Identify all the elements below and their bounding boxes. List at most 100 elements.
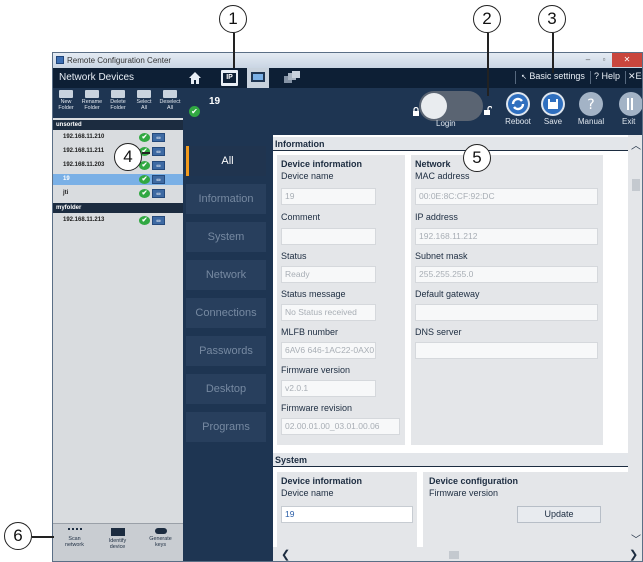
- settings-content: Information Device information Device na…: [273, 135, 628, 547]
- device-thumbnail-icon: ▭: [152, 133, 165, 142]
- field-label: DNS server: [415, 327, 462, 337]
- scroll-up-icon[interactable]: ︿: [631, 137, 641, 152]
- topbar-separator: [625, 71, 626, 84]
- device-row[interactable]: jti ✔ ▭: [53, 188, 183, 199]
- minimize-button[interactable]: –: [580, 53, 596, 67]
- field-label: Subnet mask: [415, 251, 468, 261]
- home-icon[interactable]: [187, 70, 203, 86]
- subnet-mask-field[interactable]: 255.255.255.0: [415, 266, 598, 283]
- card-title: Device information: [281, 159, 363, 169]
- scroll-down-icon[interactable]: ﹀: [631, 531, 641, 546]
- field-label: Device name: [281, 171, 334, 181]
- status-field: Ready: [281, 266, 376, 283]
- generate-keys-button[interactable]: Generate keys: [139, 524, 182, 561]
- device-row[interactable]: 192.168.11.213 ✔ ▭: [53, 215, 183, 226]
- select-all-label-2: All: [141, 105, 147, 111]
- folder-toolbar: New Folder Rename Folder Delete Folder S…: [53, 88, 183, 118]
- exit-link-icon: ✕: [628, 71, 636, 81]
- callout-4-leader: [142, 152, 150, 154]
- maximize-button[interactable]: ▫: [596, 53, 612, 67]
- field-label: Firmware version: [281, 365, 351, 375]
- callout-1-leader: [233, 33, 235, 68]
- topbar-separator: [590, 71, 591, 84]
- scroll-left-icon[interactable]: ❮: [281, 548, 290, 561]
- device-name: 19: [63, 176, 70, 182]
- comment-field[interactable]: [281, 228, 376, 245]
- deselect-all-button[interactable]: Deselect All: [157, 88, 183, 118]
- basic-settings-label: Basic settings: [529, 71, 585, 81]
- exit-link[interactable]: ✕Ex: [628, 71, 642, 82]
- field-label: Comment: [281, 212, 321, 222]
- delete-folder-button[interactable]: Delete Folder: [105, 88, 131, 118]
- reboot-label: Reboot: [505, 117, 531, 126]
- reboot-icon: [506, 92, 530, 116]
- callout-4: 4: [114, 143, 142, 171]
- manual-button[interactable]: ? Manual: [573, 91, 609, 126]
- system-device-name-input[interactable]: 19: [281, 506, 413, 523]
- update-firmware-button[interactable]: Update: [517, 506, 601, 523]
- device-view-tab[interactable]: [247, 68, 269, 88]
- help-link[interactable]: ? Help: [594, 71, 620, 81]
- rename-folder-button[interactable]: Rename Folder: [79, 88, 105, 118]
- status-ok-icon: ✔: [139, 133, 150, 142]
- ip-settings-tab-icon[interactable]: IP: [221, 70, 238, 86]
- device-group-unsorted[interactable]: unsorted: [53, 120, 183, 130]
- vertical-scroll-thumb[interactable]: [632, 179, 640, 191]
- status-ok-icon: ✔: [139, 216, 150, 225]
- horizontal-scrollbar[interactable]: ❮ ❯: [273, 547, 642, 561]
- mlfb-field: 6AV6 646-1AC22-0AX0: [281, 342, 376, 359]
- delete-folder-label-2: Folder: [110, 105, 126, 111]
- system-device-information-card: Device information Device name 19: [277, 472, 417, 547]
- remote-configuration-window: Remote Configuration Center – ▫ ✕ Networ…: [52, 52, 643, 562]
- vertical-scrollbar[interactable]: ︿ ﹀: [628, 135, 642, 547]
- nav-all[interactable]: All: [186, 146, 266, 176]
- field-label: Status: [281, 251, 307, 261]
- horizontal-scroll-thumb[interactable]: [449, 551, 459, 559]
- scan-network-icon: [67, 528, 82, 534]
- device-group-myfolder[interactable]: myfolder: [53, 203, 183, 213]
- network-actions-bar: Scan network Identify device Generate ke…: [53, 523, 183, 561]
- deselect-all-label-2: All: [167, 105, 173, 111]
- nav-network[interactable]: Network: [186, 260, 266, 290]
- save-button[interactable]: Save: [536, 91, 570, 126]
- nav-system[interactable]: System: [186, 222, 266, 252]
- device-status-ok-icon: ✔: [189, 106, 200, 117]
- generate-keys-label-2: keys: [154, 542, 167, 548]
- nav-programs[interactable]: Programs: [186, 412, 266, 442]
- nav-desktop[interactable]: Desktop: [186, 374, 266, 404]
- card-title: Network: [415, 159, 451, 169]
- network-devices-title: Network Devices: [59, 72, 135, 83]
- default-gateway-field[interactable]: [415, 304, 598, 321]
- device-name: 192.168.11.213: [63, 217, 105, 223]
- field-label: Device name: [281, 488, 334, 498]
- device-row[interactable]: 192.168.11.210 ✔ ▭: [53, 132, 183, 143]
- device-thumbnail-icon: ▭: [152, 189, 165, 198]
- reboot-button[interactable]: Reboot: [501, 91, 535, 126]
- select-all-button[interactable]: Select All: [131, 88, 157, 118]
- section-information-header: Information: [273, 137, 628, 151]
- device-name-field[interactable]: 19: [281, 188, 376, 205]
- scroll-right-icon[interactable]: ❯: [629, 548, 638, 561]
- identify-device-label-2: device: [109, 544, 126, 550]
- nav-connections[interactable]: Connections: [186, 298, 266, 328]
- field-label: IP address: [415, 212, 458, 222]
- identify-device-button[interactable]: Identify device: [96, 524, 139, 561]
- new-folder-button[interactable]: New Folder: [53, 88, 79, 118]
- device-name: 192.168.11.211: [63, 148, 105, 154]
- new-folder-label-2: Folder: [58, 105, 74, 111]
- scan-network-button[interactable]: Scan network: [53, 524, 96, 561]
- dns-server-field[interactable]: [415, 342, 598, 359]
- login-toggle[interactable]: [419, 91, 483, 121]
- device-thumbnail-icon: ▭: [152, 175, 165, 184]
- rename-folder-icon: [85, 90, 99, 98]
- nav-information[interactable]: Information: [186, 184, 266, 214]
- close-button[interactable]: ✕: [612, 53, 642, 67]
- multi-device-icon[interactable]: [283, 70, 301, 86]
- device-row-selected[interactable]: 19 ✔ ▭: [53, 174, 183, 185]
- ip-address-field[interactable]: 192.168.11.212: [415, 228, 598, 245]
- device-thumbnail-icon: ▭: [152, 147, 165, 156]
- callout-2: 2: [473, 5, 501, 33]
- card-title: Device information: [281, 476, 363, 486]
- nav-passwords[interactable]: Passwords: [186, 336, 266, 366]
- exit-button[interactable]: Exit: [613, 91, 642, 126]
